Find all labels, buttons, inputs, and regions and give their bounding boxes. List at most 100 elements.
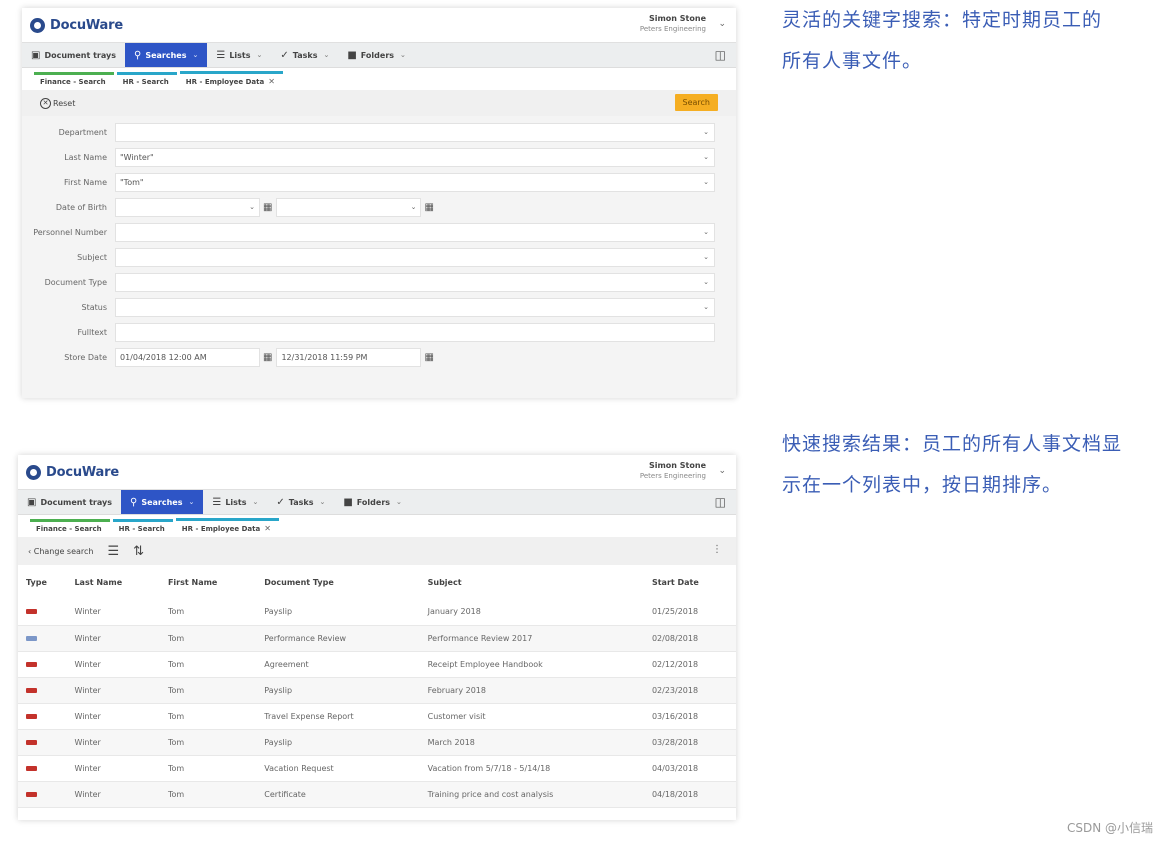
- pdf-file-icon: [26, 609, 37, 615]
- calendar-icon[interactable]: ▦: [424, 202, 433, 213]
- column-header-last-name[interactable]: Last Name: [66, 565, 160, 599]
- form-row-first-name: First Name "Tom" ⌄: [22, 170, 736, 195]
- chevron-down-icon[interactable]: ⌄: [703, 253, 709, 261]
- chevron-down-icon[interactable]: ⌄: [718, 466, 726, 476]
- store-date-to[interactable]: 12/31/2018 11:59 PM: [276, 348, 422, 367]
- chevron-down-icon[interactable]: ⌄: [703, 278, 709, 286]
- nav-document-trays[interactable]: ▣ Document trays: [18, 490, 121, 514]
- calendar-icon[interactable]: ▦: [424, 352, 433, 363]
- cell-type: [18, 755, 67, 782]
- cell-doctype: Payslip: [256, 729, 420, 756]
- nav-tasks[interactable]: ✓ Tasks ⌄: [267, 490, 334, 514]
- cell-date: 03/16/2018: [643, 703, 736, 730]
- column-header-subject[interactable]: Subject: [419, 565, 644, 599]
- column-header-start-date[interactable]: Start Date: [643, 565, 736, 599]
- chevron-down-icon[interactable]: ⌄: [249, 203, 255, 211]
- nav-document-trays[interactable]: ▣ Document trays: [22, 43, 125, 67]
- chevron-down-icon[interactable]: ⌄: [411, 203, 417, 211]
- close-icon[interactable]: ✕: [264, 524, 271, 533]
- table-row[interactable]: Winter Tom Vacation Request Vacation from 5…: [18, 755, 736, 782]
- table-row[interactable]: Winter Tom Travel Expense Report Customer v…: [18, 703, 736, 730]
- form-row-personnel-number: Personnel Number ⌄: [22, 220, 736, 245]
- cell-first: Tom: [159, 599, 257, 626]
- subject-field[interactable]: ⌄: [115, 248, 715, 267]
- cell-date: 04/18/2018: [643, 781, 736, 808]
- brand-name: DocuWare: [46, 464, 119, 480]
- tab-hr-search[interactable]: HR - Search: [112, 519, 173, 537]
- nav-folders[interactable]: ■ Folders ⌄: [334, 490, 411, 514]
- list-view-icon[interactable]: ☰: [108, 544, 120, 559]
- cell-first: Tom: [159, 729, 257, 756]
- cell-type: [18, 651, 67, 678]
- table-row[interactable]: Winter Tom Payslip March 2018 03/28/2018: [18, 729, 736, 756]
- more-options-icon[interactable]: ⋮: [712, 544, 722, 555]
- tab-finance-search[interactable]: Finance - Search: [30, 519, 110, 537]
- cell-date: 04/03/2018: [643, 755, 736, 782]
- nav-lists[interactable]: ☰ Lists ⌄: [203, 490, 267, 514]
- store-date-from[interactable]: 01/04/2018 12:00 AM: [115, 348, 260, 367]
- date-of-birth-from[interactable]: ⌄: [115, 198, 260, 217]
- first-name-field[interactable]: "Tom" ⌄: [115, 173, 715, 192]
- nav-lists[interactable]: ☰ Lists ⌄: [207, 43, 271, 67]
- cell-doctype: Certificate: [256, 781, 420, 808]
- cell-first: Tom: [159, 677, 257, 704]
- nav-searches[interactable]: ⚲ Searches ⌄: [121, 490, 204, 514]
- nav-folders[interactable]: ■ Folders ⌄: [338, 43, 415, 67]
- cell-last: Winter: [66, 781, 160, 808]
- cell-type: [18, 703, 67, 730]
- tray-icon: ▣: [31, 49, 41, 61]
- personnel-number-field[interactable]: ⌄: [115, 223, 715, 242]
- cell-date: 02/12/2018: [643, 651, 736, 678]
- tab-hr-employee-data[interactable]: HR - Employee Data ✕: [179, 71, 283, 90]
- change-search-button[interactable]: ‹ Change search: [28, 547, 94, 556]
- table-row[interactable]: Winter Tom Payslip February 2018 02/23/2018: [18, 677, 736, 704]
- column-header-type[interactable]: Type: [18, 565, 67, 599]
- search-icon: ⚲: [130, 496, 138, 508]
- document-type-field[interactable]: ⌄: [115, 273, 715, 292]
- user-info[interactable]: Simon Stone Peters Engineering: [640, 460, 706, 482]
- cell-last: Winter: [66, 599, 160, 626]
- last-name-field[interactable]: "Winter" ⌄: [115, 148, 715, 167]
- chevron-down-icon[interactable]: ⌄: [703, 178, 709, 186]
- calendar-icon[interactable]: ▦: [263, 202, 272, 213]
- search-icon: ⚲: [134, 49, 142, 61]
- tab-hr-search[interactable]: HR - Search: [116, 72, 177, 90]
- check-icon: ✓: [280, 49, 289, 61]
- docuware-logo-icon: [30, 17, 45, 33]
- fulltext-field[interactable]: [115, 323, 715, 342]
- tab-finance-search[interactable]: Finance - Search: [34, 72, 114, 90]
- nav-tasks[interactable]: ✓ Tasks ⌄: [271, 43, 338, 67]
- calendar-icon[interactable]: ▦: [263, 352, 272, 363]
- chevron-down-icon: ⌄: [256, 51, 263, 59]
- table-row[interactable]: Winter Tom Agreement Receipt Employee Handb…: [18, 651, 736, 678]
- sort-icon[interactable]: ⇅: [133, 544, 144, 559]
- caption-results: 快速搜索结果：员工的所有人事文档显示在一个列表中，按日期排序。: [782, 433, 1123, 496]
- chevron-down-icon[interactable]: ⌄: [703, 153, 709, 161]
- chevron-down-icon[interactable]: ⌄: [703, 228, 709, 236]
- cell-last: Winter: [66, 677, 160, 704]
- chevron-down-icon[interactable]: ⌄: [703, 128, 709, 136]
- form-row-fulltext: Fulltext: [22, 320, 736, 345]
- column-header-first-name[interactable]: First Name: [159, 565, 257, 599]
- table-row[interactable]: Winter Tom Certificate Training price and c…: [18, 781, 736, 808]
- chevron-down-icon: ⌄: [396, 498, 402, 506]
- reset-button[interactable]: ✕ Reset: [40, 97, 75, 109]
- table-row[interactable]: Winter Tom Performance Review Performance R…: [18, 625, 736, 652]
- user-info[interactable]: Simon Stone Peters Engineering: [640, 13, 706, 35]
- monitor-icon[interactable]: ◫: [715, 495, 726, 509]
- cell-last: Winter: [66, 703, 160, 730]
- close-icon[interactable]: ✕: [268, 77, 275, 86]
- search-button[interactable]: Search: [674, 94, 718, 111]
- column-header-document-type[interactable]: Document Type: [256, 565, 420, 599]
- chevron-down-icon[interactable]: ⌄: [703, 303, 709, 311]
- monitor-icon[interactable]: ◫: [715, 48, 726, 62]
- table-row[interactable]: Winter Tom Payslip January 2018 01/25/2018: [18, 599, 736, 626]
- tab-hr-employee-data[interactable]: HR - Employee Data ✕: [175, 518, 279, 537]
- date-of-birth-to[interactable]: ⌄: [276, 198, 422, 217]
- nav-searches[interactable]: ⚲ Searches ⌄: [125, 43, 208, 67]
- chevron-down-icon[interactable]: ⌄: [718, 19, 726, 29]
- check-icon: ✓: [276, 496, 285, 508]
- status-field[interactable]: ⌄: [115, 298, 715, 317]
- department-field[interactable]: ⌄: [115, 123, 715, 142]
- cell-last: Winter: [66, 755, 160, 782]
